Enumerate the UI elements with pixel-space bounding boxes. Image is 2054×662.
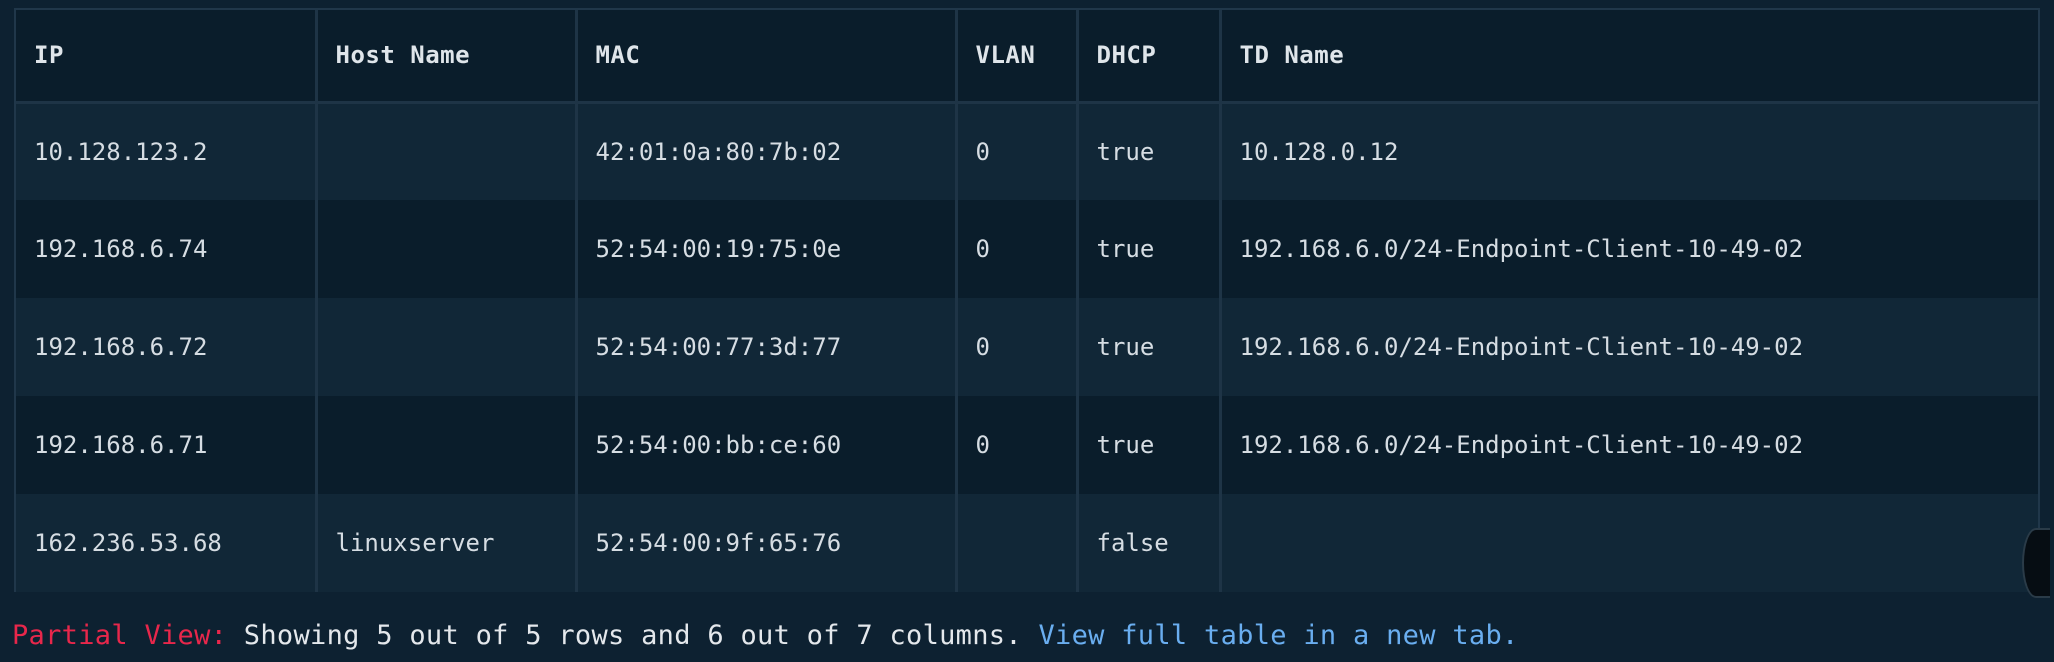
table-row: 10.128.123.2 42:01:0a:80:7b:02 0 true 10… bbox=[16, 102, 2038, 200]
cell-dhcp: true bbox=[1077, 396, 1222, 494]
cell-vlan: 0 bbox=[956, 200, 1079, 298]
table-row: 162.236.53.68 linuxserver 52:54:00:9f:65… bbox=[16, 494, 2038, 592]
column-header-host-name[interactable]: Host Name bbox=[316, 10, 578, 102]
cell-host-name: linuxserver bbox=[316, 494, 578, 592]
cell-mac: 52:54:00:9f:65:76 bbox=[576, 494, 958, 592]
cell-host-name bbox=[316, 200, 578, 298]
cell-td-name: 192.168.6.0/24-Endpoint-Client-10-49-02 bbox=[1239, 431, 1804, 459]
cell-ip: 162.236.53.68 bbox=[16, 494, 318, 592]
cell-td-name: 10.128.0.12 bbox=[1239, 137, 1399, 166]
cell-td-name: 192.168.6.0/24-Endpoint-Client-10-49-02 bbox=[1239, 235, 1804, 263]
cell-dhcp: true bbox=[1077, 200, 1222, 298]
cell-mac: 42:01:0a:80:7b:02 bbox=[576, 102, 958, 200]
column-header-vlan[interactable]: VLAN bbox=[956, 10, 1079, 102]
cell-vlan: 0 bbox=[956, 102, 1079, 200]
cell-host-name bbox=[316, 298, 578, 396]
cell-vlan: 0 bbox=[956, 396, 1079, 494]
cell-host-name bbox=[316, 396, 578, 494]
partial-view-footer: Partial View: Showing 5 out of 5 rows an… bbox=[12, 620, 1519, 651]
cell-vlan: 0 bbox=[956, 298, 1079, 396]
table-row: 192.168.6.74 52:54:00:19:75:0e 0 true 19… bbox=[16, 200, 2038, 298]
cell-ip: 10.128.123.2 bbox=[16, 102, 318, 200]
cell-mac: 52:54:00:77:3d:77 bbox=[576, 298, 958, 396]
row-column-count-text: Showing 5 out of 5 rows and 6 out of 7 c… bbox=[243, 620, 1022, 651]
cell-dhcp: true bbox=[1077, 298, 1222, 396]
cell-ip: 192.168.6.71 bbox=[16, 396, 318, 494]
column-header-ip[interactable]: IP bbox=[16, 10, 318, 102]
cell-dhcp: true bbox=[1077, 102, 1222, 200]
cell-host-name bbox=[316, 102, 578, 200]
cell-vlan bbox=[956, 494, 1079, 592]
column-header-dhcp[interactable]: DHCP bbox=[1077, 10, 1222, 102]
column-header-mac[interactable]: MAC bbox=[576, 10, 958, 102]
view-full-table-link[interactable]: View full table in a new tab. bbox=[1038, 620, 1518, 651]
cell-mac: 52:54:00:19:75:0e bbox=[576, 200, 958, 298]
table-row: 192.168.6.71 52:54:00:bb:ce:60 0 true 19… bbox=[16, 396, 2038, 494]
data-table: IP Host Name MAC VLAN DHCP TD Name 10.12… bbox=[16, 10, 2038, 592]
data-table-container: IP Host Name MAC VLAN DHCP TD Name 10.12… bbox=[14, 8, 2050, 598]
scroll-handle[interactable] bbox=[2022, 528, 2050, 598]
table-header-row: IP Host Name MAC VLAN DHCP TD Name bbox=[16, 10, 2038, 102]
cell-ip: 192.168.6.72 bbox=[16, 298, 318, 396]
column-header-td-name[interactable]: TD Name bbox=[1220, 10, 2038, 102]
cell-td-name bbox=[1220, 494, 2038, 592]
table-row: 192.168.6.72 52:54:00:77:3d:77 0 true 19… bbox=[16, 298, 2038, 396]
cell-td-name: 192.168.6.0/24-Endpoint-Client-10-49-02 bbox=[1239, 333, 1804, 361]
cell-ip: 192.168.6.74 bbox=[16, 200, 318, 298]
cell-dhcp: false bbox=[1077, 494, 1222, 592]
cell-mac: 52:54:00:bb:ce:60 bbox=[576, 396, 958, 494]
partial-view-label: Partial View: bbox=[12, 620, 228, 651]
